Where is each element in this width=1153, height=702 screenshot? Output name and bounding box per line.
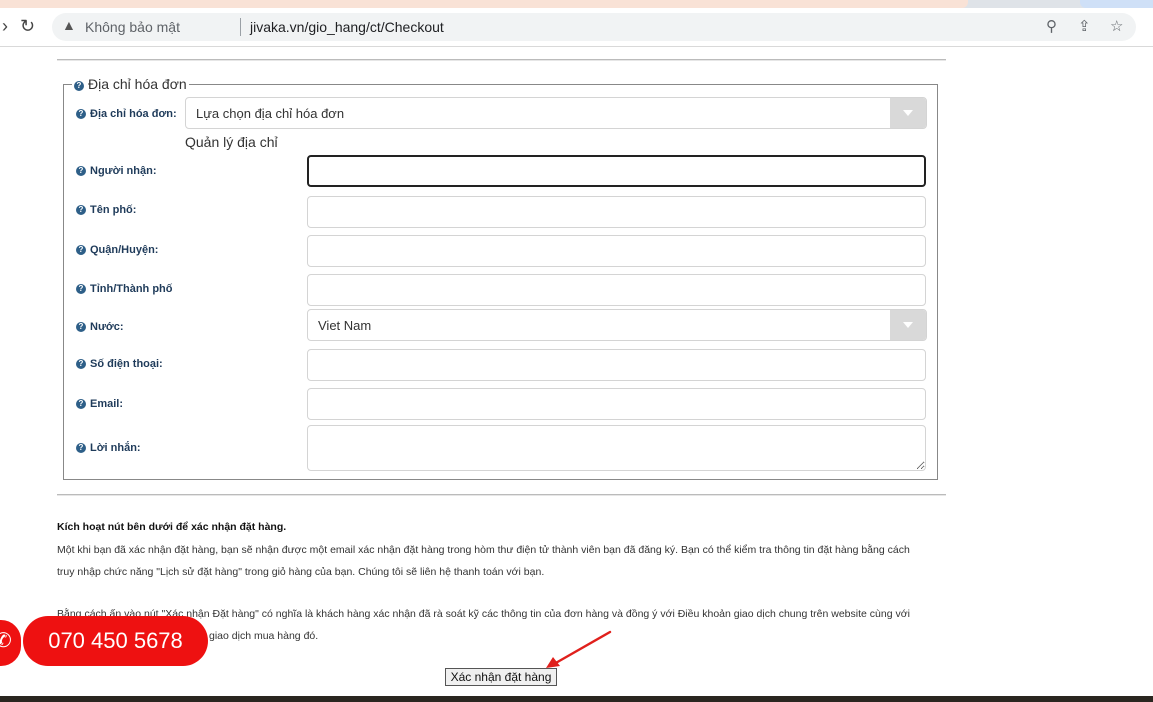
label-text: Lời nhắn: xyxy=(90,442,141,454)
phone-label: ? Số điện thoại: xyxy=(76,358,163,370)
label-text: Tỉnh/Thành phố xyxy=(90,283,173,295)
divider-top xyxy=(57,59,946,61)
omnibox-separator xyxy=(240,18,241,36)
help-icon: ? xyxy=(76,284,86,294)
phone-icon: ✆ xyxy=(0,630,12,652)
arrow-left-icon[interactable]: › xyxy=(2,16,8,36)
hotline-circle[interactable]: ✆ xyxy=(0,617,24,669)
help-icon: ? xyxy=(76,245,86,255)
help-icon: ? xyxy=(76,166,86,176)
billing-address-label: ? Địa chỉ hóa đơn: xyxy=(76,108,177,120)
email-input[interactable] xyxy=(307,388,926,420)
label-text: Tên phố: xyxy=(90,204,137,216)
help-icon: ? xyxy=(76,205,86,215)
security-label[interactable]: Không bảo mật xyxy=(85,19,180,35)
new-tab-area[interactable] xyxy=(1080,0,1153,8)
tab-strip xyxy=(0,0,1153,8)
label-text: Email: xyxy=(90,398,124,410)
label-text: Địa chỉ hóa đơn: xyxy=(90,108,177,120)
label-text: Số điện thoại: xyxy=(90,358,163,370)
province-input[interactable] xyxy=(307,274,926,306)
hotline-button[interactable]: 070 450 5678 xyxy=(23,616,208,666)
street-input[interactable] xyxy=(307,196,926,228)
notice-line-4: giao dịch mua hàng đó. xyxy=(209,630,319,642)
warning-icon[interactable]: ▲ xyxy=(62,17,76,33)
recipient-input[interactable] xyxy=(307,155,926,187)
chevron-down-icon[interactable] xyxy=(890,310,926,340)
help-icon: ? xyxy=(76,443,86,453)
district-input[interactable] xyxy=(307,235,926,267)
url-text[interactable]: jivaka.vn/gio_hang/ct/Checkout xyxy=(250,19,444,35)
street-label: ? Tên phố: xyxy=(76,204,136,216)
fieldset-legend: ? Địa chỉ hóa đơn xyxy=(72,76,189,92)
select-value: Viet Nam xyxy=(318,318,372,333)
manage-address-link[interactable]: Quản lý địa chỉ xyxy=(185,134,278,150)
notice-line-1: Một khi bạn đã xác nhận đặt hàng, bạn sẽ… xyxy=(57,544,910,556)
help-icon: ? xyxy=(76,322,86,332)
message-label: ? Lời nhắn: xyxy=(76,442,141,454)
help-icon: ? xyxy=(76,109,86,119)
star-icon[interactable]: ☆ xyxy=(1110,17,1123,35)
message-textarea[interactable] xyxy=(307,425,926,471)
browser-toolbar: › ↻ ▲ Không bảo mật jivaka.vn/gio_hang/c… xyxy=(0,8,1153,47)
label-text: Quận/Huyện: xyxy=(90,244,159,256)
reload-icon[interactable]: ↻ xyxy=(20,16,35,36)
zoom-icon[interactable]: ⚲ xyxy=(1046,17,1057,35)
country-select[interactable]: Viet Nam xyxy=(307,309,927,341)
chevron-down-icon[interactable] xyxy=(890,98,926,128)
help-icon: ? xyxy=(76,359,86,369)
divider-bottom xyxy=(57,494,946,496)
label-text: Nước: xyxy=(90,321,124,333)
help-icon: ? xyxy=(74,81,84,91)
label-text: Người nhận: xyxy=(90,165,157,177)
billing-address-select[interactable]: Lựa chọn địa chỉ hóa đơn xyxy=(185,97,927,129)
notice-line-2: truy nhập chức năng "Lịch sử đặt hàng" t… xyxy=(57,566,545,578)
active-tab[interactable] xyxy=(0,0,968,8)
phone-input[interactable] xyxy=(307,349,926,381)
province-label: ? Tỉnh/Thành phố xyxy=(76,283,172,295)
address-bar[interactable]: ▲ Không bảo mật jivaka.vn/gio_hang/ct/Ch… xyxy=(52,13,1136,41)
select-value: Lựa chọn địa chỉ hóa đơn xyxy=(196,106,345,121)
legend-text: Địa chỉ hóa đơn xyxy=(88,76,187,92)
footer-bar xyxy=(0,696,1153,702)
help-icon: ? xyxy=(76,399,86,409)
district-label: ? Quận/Huyện: xyxy=(76,244,158,256)
recipient-label: ? Người nhận: xyxy=(76,165,157,177)
notice-heading: Kích hoạt nút bên dưới để xác nhận đặt h… xyxy=(57,521,287,533)
country-label: ? Nước: xyxy=(76,321,124,333)
annotation-arrow-icon xyxy=(546,630,612,668)
email-label: ? Email: xyxy=(76,398,123,410)
share-icon[interactable]: ⇪ xyxy=(1078,17,1091,35)
